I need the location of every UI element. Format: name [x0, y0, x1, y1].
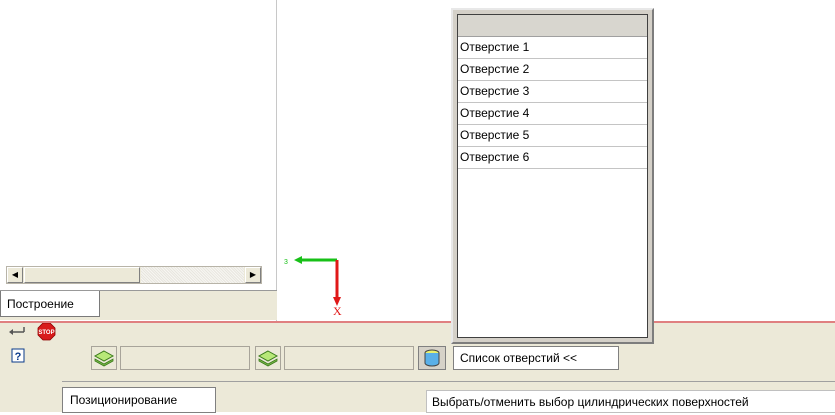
- layers-icon: [93, 350, 115, 367]
- axis-triad: 3 X: [284, 252, 354, 318]
- side-icon-column: STOP ?: [0, 322, 62, 412]
- tree-panel: ◀ ▶ Построение: [0, 0, 277, 321]
- layers-button-1[interactable]: [91, 346, 117, 370]
- layers-button-2[interactable]: [255, 346, 281, 370]
- list-item[interactable]: Отверстие 3: [458, 81, 647, 103]
- command-tab-strip: Позиционирование Выбрать/отменить выбор …: [62, 381, 835, 413]
- holes-list-header: [458, 15, 647, 37]
- stop-icon[interactable]: STOP: [37, 322, 56, 341]
- holes-list-popup: Отверстие 1 Отверстие 2 Отверстие 3 Отве…: [451, 8, 654, 344]
- scroll-right-button[interactable]: ▶: [245, 267, 261, 283]
- layers-icon: [257, 350, 279, 367]
- command-toolbar-area: STOP ? Список отверстий << Позиционирова…: [0, 322, 835, 413]
- list-item[interactable]: Отверстие 5: [458, 125, 647, 147]
- list-item[interactable]: Отверстие 1: [458, 37, 647, 59]
- cylinder-select-button[interactable]: [418, 346, 446, 370]
- tab-build[interactable]: Построение: [0, 291, 100, 317]
- command-row: Список отверстий <<: [62, 325, 835, 381]
- scroll-thumb[interactable]: [24, 267, 140, 283]
- scroll-track[interactable]: [141, 267, 244, 283]
- x-axis-label: X: [333, 304, 342, 317]
- list-item[interactable]: Отверстие 4: [458, 103, 647, 125]
- cylinder-icon: [424, 349, 440, 367]
- holes-list: Отверстие 1 Отверстие 2 Отверстие 3 Отве…: [457, 14, 648, 338]
- hint-text: Выбрать/отменить выбор цилиндрических по…: [426, 390, 835, 413]
- help-icon-label: ?: [15, 351, 22, 363]
- list-item[interactable]: Отверстие 2: [458, 59, 647, 81]
- holes-list-button[interactable]: Список отверстий <<: [453, 346, 619, 370]
- enter-arrow-icon[interactable]: [9, 327, 25, 335]
- scroll-left-button[interactable]: ◀: [7, 267, 23, 283]
- green-axis-label: 3: [284, 259, 288, 266]
- stop-icon-label: STOP: [38, 330, 54, 336]
- first-object-field[interactable]: [120, 346, 250, 370]
- horizontal-scrollbar[interactable]: ◀ ▶: [6, 266, 262, 284]
- list-item[interactable]: Отверстие 6: [458, 147, 647, 169]
- green-axis-arrow: [294, 256, 302, 264]
- second-object-field[interactable]: [284, 346, 414, 370]
- tree-tab-strip: Построение: [0, 290, 277, 320]
- axis-triad-graphic: 3 X: [284, 256, 342, 318]
- help-icon[interactable]: ?: [11, 348, 25, 363]
- tab-positioning[interactable]: Позиционирование: [62, 387, 216, 413]
